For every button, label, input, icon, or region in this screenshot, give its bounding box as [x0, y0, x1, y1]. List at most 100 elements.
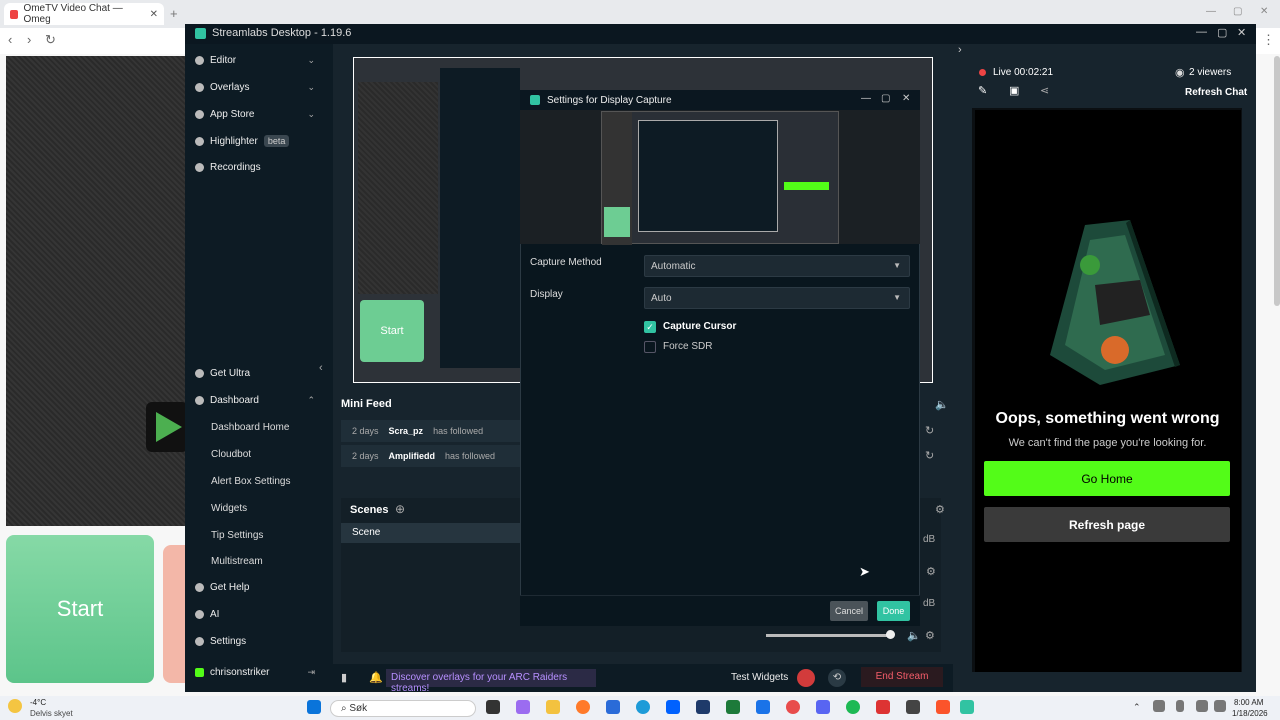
expand-chat-icon[interactable]: ›	[958, 44, 962, 56]
sidebar-subitem-alert-box[interactable]: Alert Box Settings	[211, 476, 290, 487]
sidebar-subitem-dashboard-home[interactable]: Dashboard Home	[211, 422, 289, 433]
gear-icon[interactable]: ⚙	[935, 503, 945, 516]
omegle-start-button[interactable]: Start	[6, 535, 154, 683]
browser-menu-icon[interactable]: ⋮	[1262, 32, 1275, 48]
store-icon[interactable]	[606, 700, 620, 714]
capture-cursor-checkbox[interactable]: ✓	[644, 321, 656, 333]
sidebar-item-settings[interactable]: Settings	[195, 636, 315, 647]
copilot-icon[interactable]	[516, 700, 530, 714]
test-widgets-button[interactable]: Test Widgets	[731, 672, 788, 683]
sl-close-icon[interactable]: ✕	[1237, 26, 1246, 39]
logout-icon[interactable]: ⇥	[307, 667, 315, 678]
discord-icon[interactable]	[816, 700, 830, 714]
volume-slider-handle[interactable]	[886, 630, 895, 639]
tray-chevron-icon[interactable]: ⌃	[1133, 702, 1141, 713]
discover-overlays-banner[interactable]: Discover overlays for your ARC Raiders s…	[386, 669, 596, 694]
wifi-icon[interactable]	[1196, 700, 1208, 712]
sidebar-item-editor[interactable]: Editor ⌄	[195, 55, 315, 66]
speaker-icon[interactable]	[1214, 700, 1226, 712]
pencil-icon[interactable]: ✎	[978, 84, 987, 97]
vpn-icon[interactable]	[756, 700, 770, 714]
sidebar-subitem-tip-settings[interactable]: Tip Settings	[211, 530, 263, 541]
file-explorer-icon[interactable]	[546, 700, 560, 714]
done-button[interactable]: Done	[877, 601, 910, 621]
bell-icon[interactable]: 🔔	[369, 671, 383, 684]
cancel-button[interactable]: Cancel	[830, 601, 868, 621]
firefox-icon[interactable]	[576, 700, 590, 714]
scenes-title: Scenes	[350, 504, 389, 516]
mute-icon[interactable]: 🔈	[907, 629, 921, 642]
replay-buffer-icon[interactable]: ⟲	[828, 669, 846, 687]
windows-start-icon[interactable]	[307, 700, 321, 714]
sidebar-item-overlays[interactable]: Overlays ⌄	[195, 82, 315, 93]
sidebar-item-highlighter[interactable]: Highlighter beta	[195, 135, 315, 147]
dropbox-icon[interactable]	[666, 700, 680, 714]
gear-icon[interactable]: ⚙	[925, 629, 935, 642]
brave-icon[interactable]	[936, 700, 950, 714]
dialog-close-icon[interactable]: ✕	[902, 93, 910, 104]
close-window-icon[interactable]: ✕	[1260, 6, 1268, 17]
task-view-icon[interactable]	[486, 700, 500, 714]
excel-icon[interactable]	[726, 700, 740, 714]
sidebar-item-get-ultra[interactable]: Get Ultra	[195, 368, 315, 379]
collapse-sidebar-icon[interactable]: ‹	[319, 362, 323, 374]
sidebar-item-recordings[interactable]: Recordings	[195, 162, 315, 173]
minimize-icon[interactable]: —	[1206, 6, 1216, 17]
scene-item[interactable]: Scene	[341, 523, 521, 543]
preview-nested-window	[638, 120, 778, 232]
forward-icon[interactable]: ›	[27, 32, 31, 47]
sidebar-item-user[interactable]: chrisonstriker ⇥	[195, 667, 315, 678]
stats-icon[interactable]: ▮	[341, 671, 347, 684]
browser-tab-title: OmeTV Video Chat — Omeg	[23, 3, 123, 25]
sidebar-item-app-store[interactable]: App Store ⌄	[195, 109, 315, 120]
maximize-icon[interactable]: ▢	[1233, 6, 1242, 17]
display-select[interactable]: Auto ▼	[644, 287, 910, 309]
end-stream-button[interactable]: End Stream	[861, 667, 943, 687]
popout-icon[interactable]: ▣	[1009, 84, 1019, 97]
streamlabs-taskbar-icon[interactable]	[960, 700, 974, 714]
reload-icon[interactable]: ↻	[45, 32, 56, 48]
volume-slider[interactable]	[766, 634, 892, 637]
browser-tab[interactable]: OmeTV Video Chat — Omeg ✕	[4, 3, 164, 25]
taskbar-search[interactable]: ⌕ Søk	[330, 700, 476, 717]
spotify-icon[interactable]	[846, 700, 860, 714]
add-scene-icon[interactable]: ⊕	[395, 502, 405, 516]
refresh-page-button[interactable]: Refresh page	[984, 507, 1230, 542]
app-icon[interactable]	[876, 700, 890, 714]
dialog-minimize-icon[interactable]: —	[861, 93, 871, 104]
dialog-maximize-icon[interactable]: ▢	[881, 93, 890, 104]
edge-icon[interactable]	[636, 700, 650, 714]
sidebar-subitem-cloudbot[interactable]: Cloudbot	[211, 449, 251, 460]
volume-icon[interactable]: 🔈	[935, 398, 949, 411]
back-icon[interactable]: ‹	[8, 32, 12, 47]
app-store-icon	[195, 110, 204, 119]
new-tab-button[interactable]: +	[170, 6, 178, 21]
capture-method-value: Automatic	[651, 261, 696, 272]
mic-icon[interactable]	[1176, 700, 1184, 712]
sidebar-item-ai[interactable]: AI	[195, 609, 315, 620]
page-scrollbar[interactable]	[1274, 56, 1280, 306]
feed-row: 2 days Scra_pz has followed	[341, 420, 521, 442]
opera-icon[interactable]	[786, 700, 800, 714]
steam-icon[interactable]	[906, 700, 920, 714]
network-icon[interactable]	[1153, 700, 1165, 712]
sidebar-item-get-help[interactable]: Get Help	[195, 582, 315, 593]
share-icon[interactable]: ⋖	[1040, 84, 1049, 97]
gear-icon[interactable]: ⚙	[926, 565, 936, 578]
sl-minimize-icon[interactable]: —	[1196, 26, 1207, 38]
sidebar-item-dashboard[interactable]: Dashboard ⌃	[195, 395, 315, 406]
close-tab-icon[interactable]: ✕	[150, 9, 158, 20]
weather-icon[interactable]	[8, 699, 22, 713]
force-sdr-checkbox[interactable]	[644, 341, 656, 353]
go-home-button[interactable]: Go Home	[984, 461, 1230, 496]
sidebar-subitem-widgets[interactable]: Widgets	[211, 503, 247, 514]
capture-method-select[interactable]: Automatic ▼	[644, 255, 910, 277]
photoshop-icon[interactable]	[696, 700, 710, 714]
refresh-icon[interactable]: ↻	[925, 449, 934, 462]
sidebar-subitem-multistream[interactable]: Multistream	[211, 556, 263, 567]
sl-maximize-icon[interactable]: ▢	[1217, 26, 1227, 39]
refresh-chat-button[interactable]: Refresh Chat	[1185, 87, 1247, 98]
sidebar-label: Settings	[210, 636, 247, 647]
refresh-icon[interactable]: ↻	[925, 424, 934, 437]
record-button[interactable]	[797, 669, 815, 687]
